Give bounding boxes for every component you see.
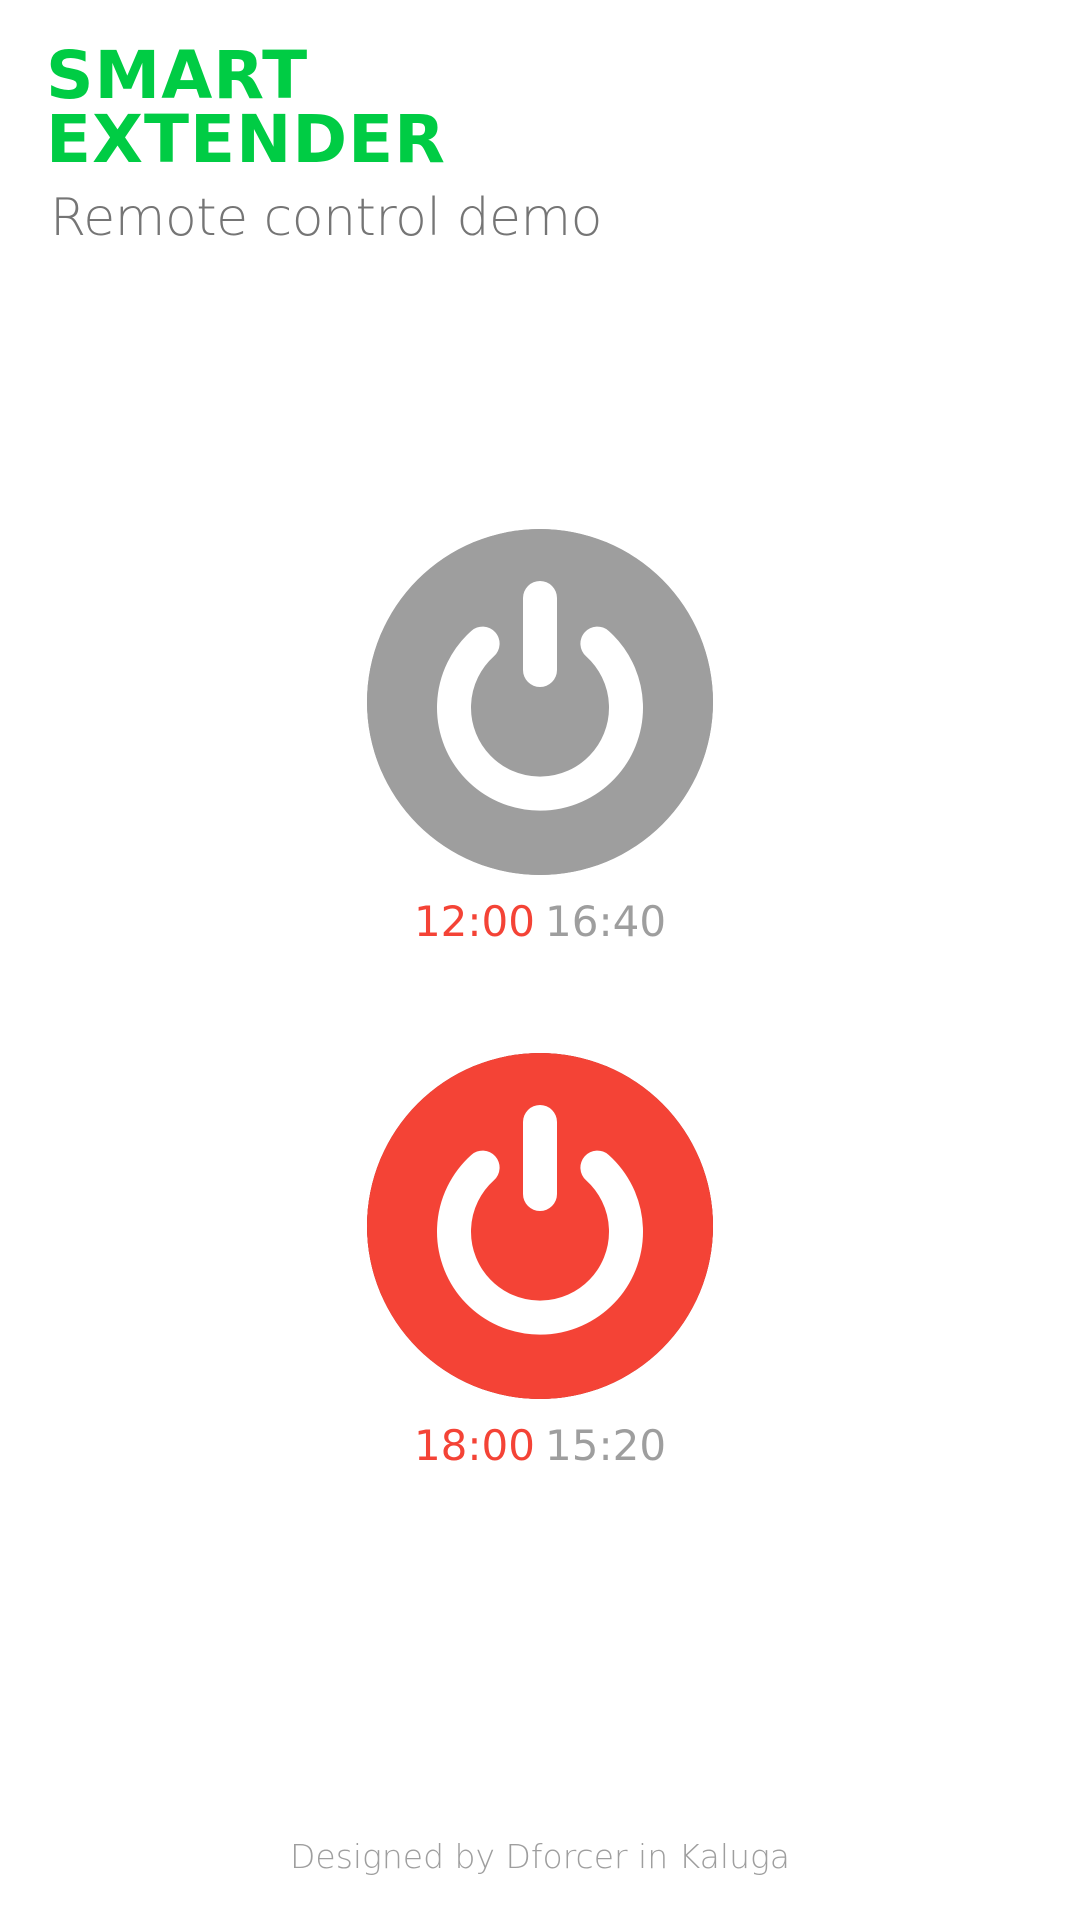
schedule-times-1: 12:00 16:40	[0, 897, 1080, 947]
power-button-circle	[367, 1053, 713, 1399]
page-subtitle: Remote control demo	[50, 188, 602, 248]
power-toggle-button-2[interactable]	[367, 1053, 713, 1399]
footer-credit: Designed by Dforcer in Kaluga	[289, 1837, 791, 1876]
device-control-2: 18:00 15:20	[0, 1053, 1080, 1471]
schedule-times-2: 18:00 15:20	[0, 1421, 1080, 1471]
off-time: 15:20	[545, 1421, 667, 1470]
power-icon	[367, 529, 713, 875]
power-icon	[367, 1053, 713, 1399]
off-time: 16:40	[545, 897, 667, 946]
device-control-1: 12:00 16:40	[0, 529, 1080, 947]
app-title-line-1: SMART	[46, 37, 309, 114]
app-title-line-2: EXTENDER	[46, 101, 447, 178]
power-toggle-button-1[interactable]	[367, 529, 713, 875]
power-button-circle	[367, 529, 713, 875]
on-time: 12:00	[413, 897, 535, 946]
on-time: 18:00	[413, 1421, 535, 1470]
app-title: SMART EXTENDER	[46, 37, 447, 178]
